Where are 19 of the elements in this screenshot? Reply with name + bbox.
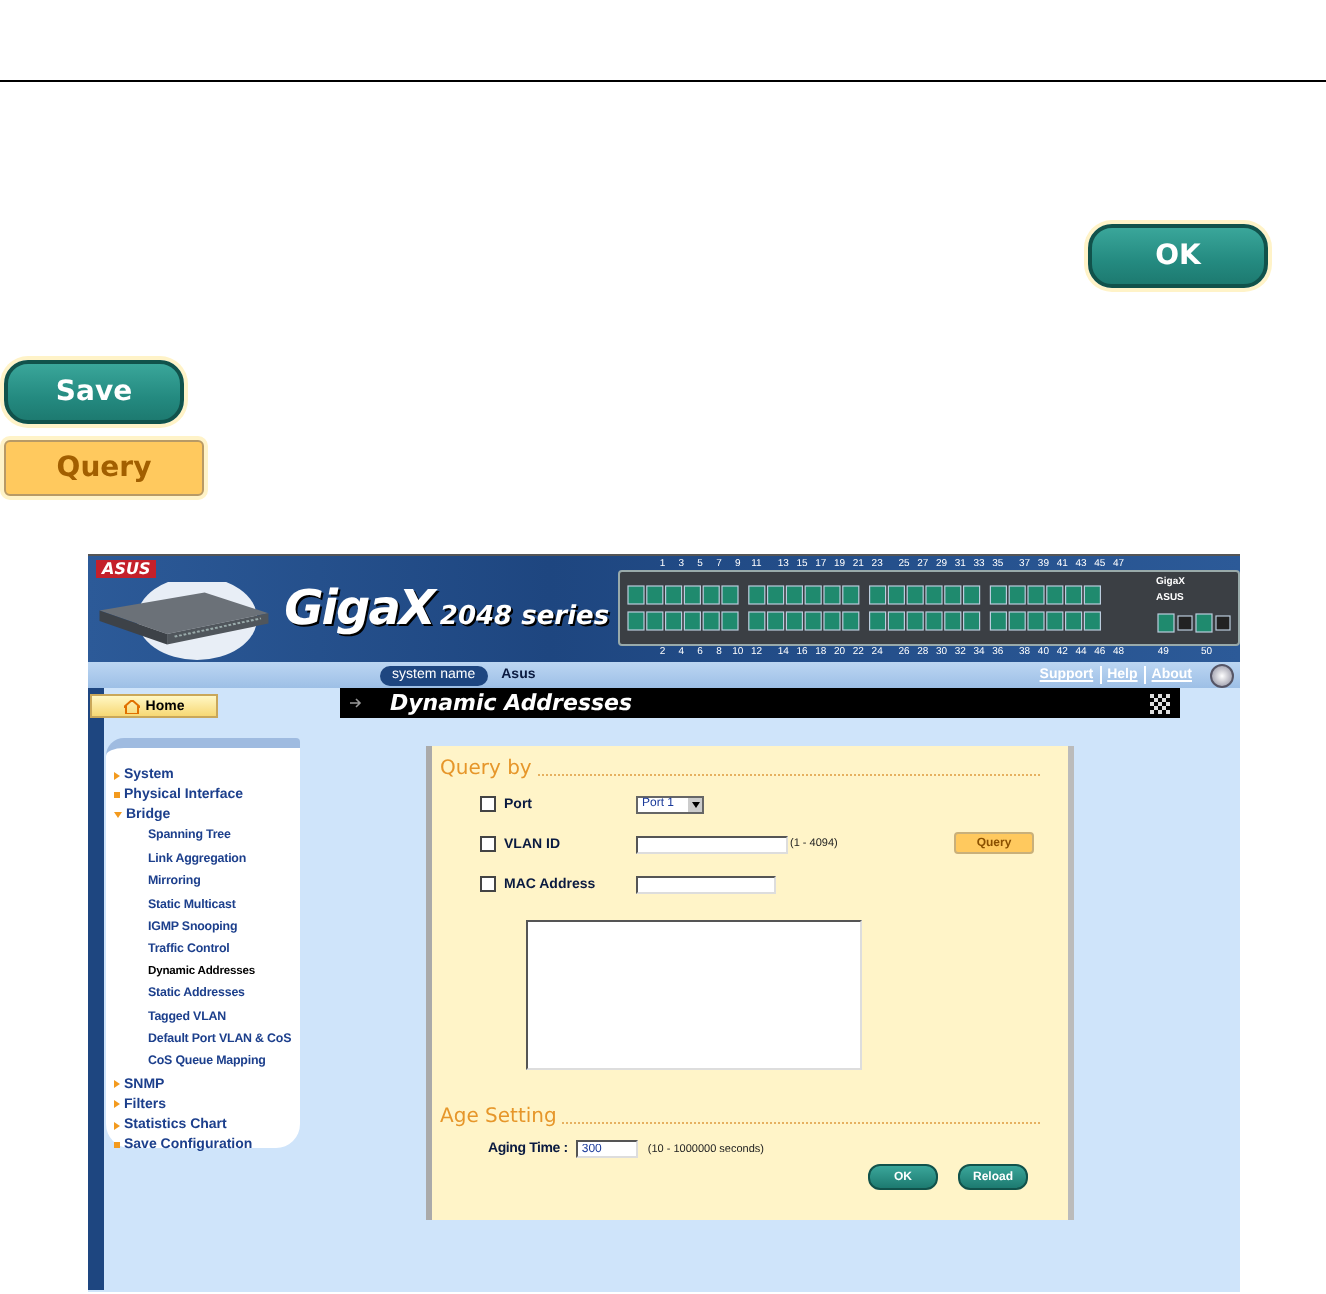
pattern-icon	[1148, 691, 1172, 715]
product-name: GigaX	[284, 580, 434, 636]
checkbox[interactable]	[480, 836, 496, 852]
section-title: Age Setting	[440, 1106, 557, 1128]
brand-logo: ASUS	[96, 560, 157, 578]
input-field[interactable]	[636, 835, 788, 853]
input-field[interactable]	[636, 875, 776, 893]
save-button[interactable]: Save	[4, 360, 184, 424]
section-title: Query by	[440, 758, 532, 780]
round-button[interactable]	[1210, 663, 1234, 687]
ok-button[interactable]: OK	[1088, 224, 1268, 288]
page-title: Dynamic Addresses	[390, 690, 633, 716]
arrow-icon	[350, 698, 362, 708]
checkbox[interactable]	[480, 796, 496, 812]
product-series: 2048 series	[439, 602, 610, 632]
checkbox[interactable]	[480, 876, 496, 892]
bullet-icon	[114, 792, 120, 799]
bullet-icon	[114, 1142, 120, 1149]
home-icon	[123, 699, 140, 713]
